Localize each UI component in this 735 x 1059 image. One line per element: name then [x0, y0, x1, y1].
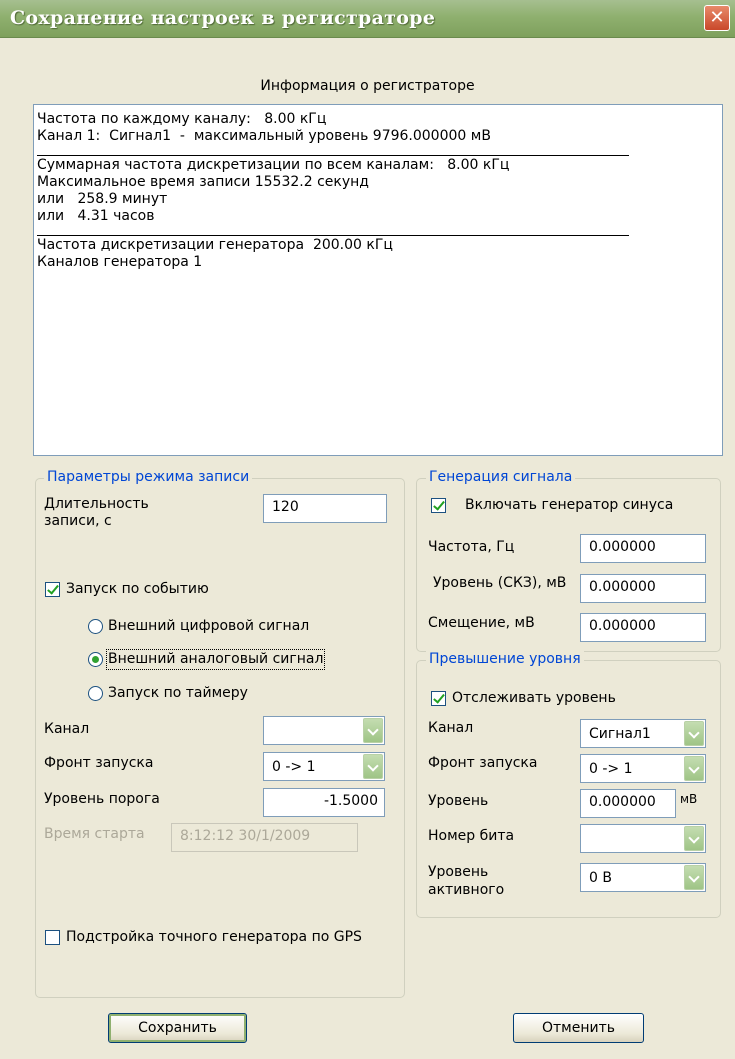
- generator-legend: Генерация сигнала: [426, 469, 576, 486]
- chevron-down-icon[interactable]: [363, 718, 383, 743]
- front-select-value: 0 -> 1: [272, 759, 316, 775]
- bit-label: Номер бита: [428, 828, 515, 844]
- generator-enable-label[interactable]: Включать генератор синуса: [465, 497, 673, 514]
- radio-analog-label[interactable]: Внешний аналоговый сигнал: [105, 649, 326, 670]
- start-time-input: 8:12:12 30/1/2009: [171, 823, 358, 852]
- trigger-event-checkbox[interactable]: [45, 582, 60, 597]
- record-params-legend: Параметры режима записи: [44, 469, 253, 486]
- exceed-channel-value: Сигнал1: [589, 726, 651, 742]
- info-line: Канал 1: Сигнал1 - максимальный уровень …: [37, 128, 491, 144]
- info-line: или 258.9 минут: [37, 191, 168, 207]
- trigger-event-label[interactable]: Запуск по событию: [66, 581, 209, 598]
- duration-input[interactable]: 120: [263, 494, 387, 523]
- channel-select[interactable]: [263, 716, 385, 745]
- level-label: Уровень (СКЗ), мВ: [433, 575, 567, 591]
- radio-digital[interactable]: [88, 619, 103, 634]
- bit-select[interactable]: [580, 824, 706, 853]
- generator-enable-checkbox[interactable]: [431, 498, 446, 513]
- track-level-label[interactable]: Отслеживать уровень: [452, 690, 616, 707]
- info-textbox[interactable]: Частота по каждому каналу: 8.00 кГц Кана…: [33, 104, 723, 456]
- info-line: Частота по каждому каналу: 8.00 кГц: [37, 111, 327, 127]
- info-separator: [37, 155, 629, 156]
- title-bar: Сохранение настроек в регистраторе ✕: [0, 0, 735, 38]
- freq-input[interactable]: 0.000000: [580, 534, 706, 563]
- track-level-checkbox[interactable]: [431, 691, 446, 706]
- front-label: Фронт запуска: [44, 755, 154, 771]
- start-time-label: Время старта: [44, 826, 145, 842]
- radio-timer-label[interactable]: Запуск по таймеру: [108, 685, 248, 702]
- radio-analog[interactable]: [88, 652, 103, 667]
- gps-checkbox[interactable]: [45, 930, 60, 945]
- gps-label[interactable]: Подстройка точного генератора по GPS: [66, 929, 362, 946]
- threshold-label: Уровень порога: [44, 791, 160, 807]
- front-select[interactable]: 0 -> 1: [263, 752, 385, 781]
- active-level-select[interactable]: 0 В: [580, 863, 706, 892]
- exceed-channel-label: Канал: [428, 720, 474, 736]
- close-button[interactable]: ✕: [704, 5, 730, 31]
- chevron-down-icon[interactable]: [684, 865, 704, 890]
- chevron-down-icon[interactable]: [684, 721, 704, 746]
- active-level-label: Уровень: [428, 864, 489, 880]
- info-line: Каналов генератора 1: [37, 254, 203, 270]
- exceed-front-value: 0 -> 1: [589, 761, 633, 777]
- active-level-label: активного: [428, 882, 505, 898]
- exceed-front-label: Фронт запуска: [428, 755, 538, 771]
- info-heading: Информация о регистраторе: [260, 78, 475, 94]
- chevron-down-icon[interactable]: [684, 756, 704, 781]
- active-level-value: 0 В: [589, 870, 612, 886]
- offset-label: Смещение, мВ: [428, 615, 535, 631]
- exceed-level-label: Уровень: [428, 793, 489, 809]
- exceed-front-select[interactable]: 0 -> 1: [580, 754, 706, 783]
- info-line: или 4.31 часов: [37, 208, 155, 224]
- freq-label: Частота, Гц: [428, 539, 515, 555]
- chevron-down-icon[interactable]: [363, 754, 383, 779]
- exceed-level-unit: мВ: [680, 792, 698, 806]
- radio-timer[interactable]: [88, 686, 103, 701]
- offset-input[interactable]: 0.000000: [580, 613, 706, 642]
- info-separator: [37, 235, 629, 236]
- exceed-legend: Превышение уровня: [426, 651, 584, 668]
- duration-label: записи, с: [44, 513, 112, 529]
- channel-label: Канал: [44, 721, 90, 737]
- threshold-input[interactable]: -1.5000: [263, 788, 385, 817]
- save-button[interactable]: Сохранить: [108, 1013, 247, 1043]
- level-input[interactable]: 0.000000: [580, 574, 706, 603]
- exceed-level-input[interactable]: 0.000000: [580, 789, 676, 818]
- duration-label: Длительность: [44, 496, 149, 512]
- chevron-down-icon[interactable]: [684, 826, 704, 851]
- info-line: Максимальное время записи 15532.2 секунд: [37, 174, 369, 190]
- info-line: Частота дискретизации генератора 200.00 …: [37, 237, 393, 253]
- radio-digital-label[interactable]: Внешний цифровой сигнал: [108, 618, 309, 635]
- cancel-button[interactable]: Отменить: [513, 1013, 644, 1043]
- window-title: Сохранение настроек в регистраторе: [10, 7, 436, 29]
- close-icon: ✕: [709, 7, 725, 28]
- exceed-channel-select[interactable]: Сигнал1: [580, 719, 706, 748]
- info-line: Суммарная частота дискретизации по всем …: [37, 157, 510, 173]
